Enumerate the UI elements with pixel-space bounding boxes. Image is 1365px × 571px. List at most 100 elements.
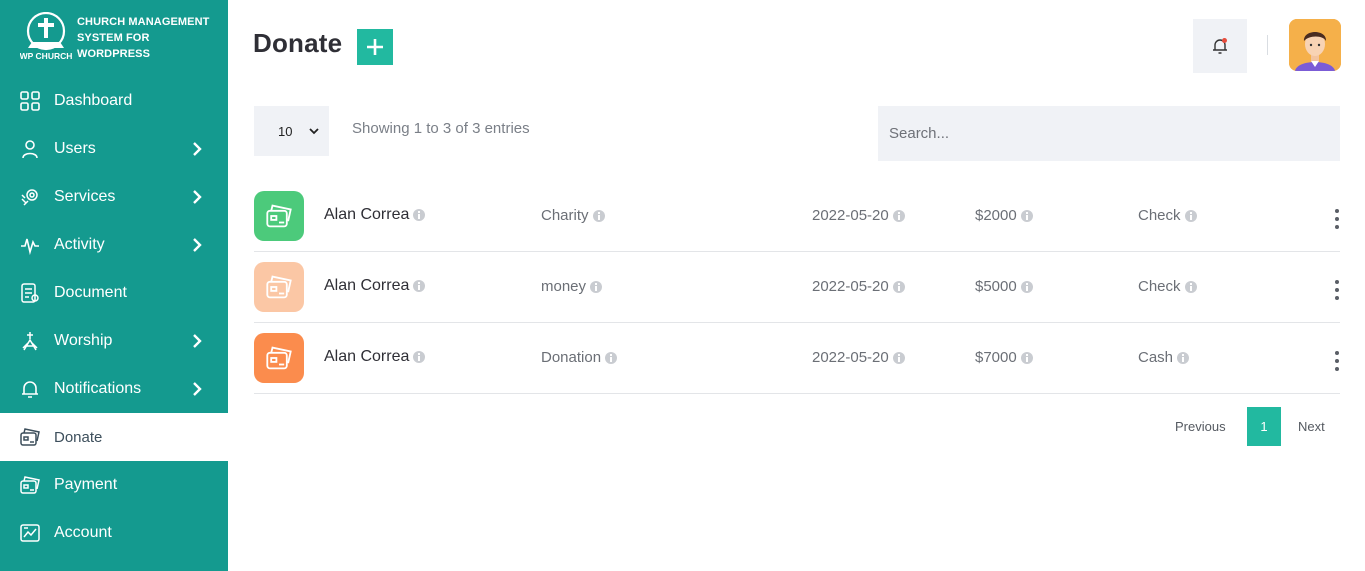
sidebar-item-label: Users [54, 140, 96, 157]
donation-date: 2022-05-20 [812, 207, 905, 224]
info-icon[interactable] [1020, 351, 1033, 364]
row-menu-kebab-icon[interactable] [1334, 351, 1340, 373]
sidebar-item-activity[interactable]: Activity [0, 221, 228, 269]
sidebar-nav: Dashboard Users Services Activity Docume… [0, 77, 228, 557]
sidebar: WP CHURCH CHURCH MANAGEMENT SYSTEM FOR W… [0, 0, 228, 571]
sidebar-item-label: Services [54, 188, 116, 205]
bell-icon [20, 379, 40, 399]
sidebar-item-label: Notifications [54, 380, 142, 397]
sidebar-item-users[interactable]: Users [0, 125, 228, 173]
church-logo-icon: WP CHURCH [20, 12, 72, 61]
donate-card-icon [20, 427, 40, 447]
info-icon[interactable] [590, 280, 603, 293]
donation-type: Charity [541, 207, 605, 224]
donor-name: Alan Correa [324, 277, 426, 295]
sidebar-item-worship[interactable]: Worship [0, 317, 228, 365]
avatar[interactable] [1289, 19, 1341, 71]
info-icon[interactable] [1184, 209, 1197, 222]
payment-method: Cash [1138, 349, 1190, 366]
services-icon [20, 187, 40, 207]
worship-icon [20, 331, 40, 351]
donation-list: Alan Correa Charity 2022-05-20 $2000 Che… [254, 181, 1340, 394]
donation-type: money [541, 278, 603, 295]
info-icon[interactable] [1020, 209, 1033, 222]
pagination-next[interactable]: Next [1298, 407, 1325, 446]
donate-card-icon [266, 275, 292, 299]
info-icon[interactable] [413, 280, 426, 292]
entries-info: Showing 1 to 3 of 3 entries [352, 120, 530, 137]
donate-card-icon [266, 204, 292, 228]
sidebar-item-label: Document [54, 284, 127, 301]
row-menu-kebab-icon[interactable] [1334, 209, 1340, 231]
sidebar-item-dashboard[interactable]: Dashboard [0, 77, 228, 125]
sidebar-item-label: Donate [54, 428, 103, 446]
logo-text: WP CHURCH [20, 51, 72, 61]
donation-date: 2022-05-20 [812, 349, 905, 366]
dashboard-grid-icon [20, 91, 40, 111]
add-donation-button[interactable] [357, 29, 393, 65]
page-title: Donate [253, 28, 343, 58]
sidebar-item-account[interactable]: Account [0, 509, 228, 557]
brand[interactable]: WP CHURCH CHURCH MANAGEMENT SYSTEM FOR W… [20, 12, 220, 64]
document-icon [20, 283, 40, 303]
donation-type: Donation [541, 349, 618, 366]
donation-amount: $2000 [975, 207, 1033, 224]
brand-title: CHURCH MANAGEMENT SYSTEM FOR WORDPRESS [77, 16, 210, 60]
payment-card-icon [20, 475, 40, 495]
sidebar-item-payment[interactable]: Payment [0, 461, 228, 509]
sidebar-item-label: Payment [54, 476, 118, 493]
row-icon-box [254, 262, 304, 312]
payment-method: Check [1138, 207, 1197, 224]
sidebar-item-services[interactable]: Services [0, 173, 228, 221]
donor-name: Alan Correa [324, 206, 426, 224]
row-menu-kebab-icon[interactable] [1334, 280, 1340, 302]
table-row: Alan Correa Charity 2022-05-20 $2000 Che… [254, 181, 1340, 252]
page-size-value: 10 [278, 123, 293, 139]
chevron-right-icon [193, 382, 202, 396]
pagination-page-1[interactable]: 1 [1247, 407, 1281, 446]
info-icon[interactable] [592, 209, 605, 222]
info-icon[interactable] [892, 351, 905, 364]
info-icon[interactable] [892, 209, 905, 222]
chevron-right-icon [193, 238, 202, 252]
page-size-select[interactable]: 10 [254, 106, 329, 156]
app-root: WP CHURCH CHURCH MANAGEMENT SYSTEM FOR W… [0, 0, 1365, 571]
sidebar-item-notifications[interactable]: Notifications [0, 365, 228, 413]
activity-pulse-icon [20, 235, 40, 255]
sidebar-item-label: Activity [54, 236, 105, 253]
donation-amount: $5000 [975, 278, 1033, 295]
header-divider [1267, 35, 1268, 55]
table-row: Alan Correa Donation 2022-05-20 $7000 Ca… [254, 323, 1340, 394]
sidebar-item-donate[interactable]: Donate [0, 413, 228, 461]
chevron-right-icon [193, 334, 202, 348]
info-icon[interactable] [605, 351, 618, 364]
user-icon [20, 139, 40, 159]
chevron-down-icon [309, 128, 319, 135]
chevron-right-icon [193, 190, 202, 204]
sidebar-item-label: Worship [54, 332, 113, 349]
info-icon[interactable] [1177, 351, 1190, 364]
account-chart-icon [20, 523, 40, 543]
chevron-right-icon [193, 142, 202, 156]
donation-date: 2022-05-20 [812, 278, 905, 295]
user-avatar-icon [1289, 19, 1341, 71]
bell-icon [1213, 38, 1227, 54]
search-input[interactable] [878, 106, 1340, 161]
payment-method: Check [1138, 278, 1197, 295]
notifications-button[interactable] [1193, 19, 1247, 73]
row-icon-box [254, 191, 304, 241]
info-icon[interactable] [1020, 280, 1033, 293]
sidebar-item-document[interactable]: Document [0, 269, 228, 317]
info-icon[interactable] [413, 351, 426, 363]
donor-name: Alan Correa [324, 348, 426, 366]
row-icon-box [254, 333, 304, 383]
info-icon[interactable] [1184, 280, 1197, 293]
plus-icon [367, 39, 383, 55]
info-icon[interactable] [413, 209, 426, 221]
donation-amount: $7000 [975, 349, 1033, 366]
info-icon[interactable] [892, 280, 905, 293]
pagination-previous[interactable]: Previous [1175, 407, 1226, 446]
sidebar-item-label: Account [54, 524, 112, 541]
sidebar-item-label: Dashboard [54, 92, 133, 109]
table-row: Alan Correa money 2022-05-20 $5000 Check [254, 252, 1340, 323]
